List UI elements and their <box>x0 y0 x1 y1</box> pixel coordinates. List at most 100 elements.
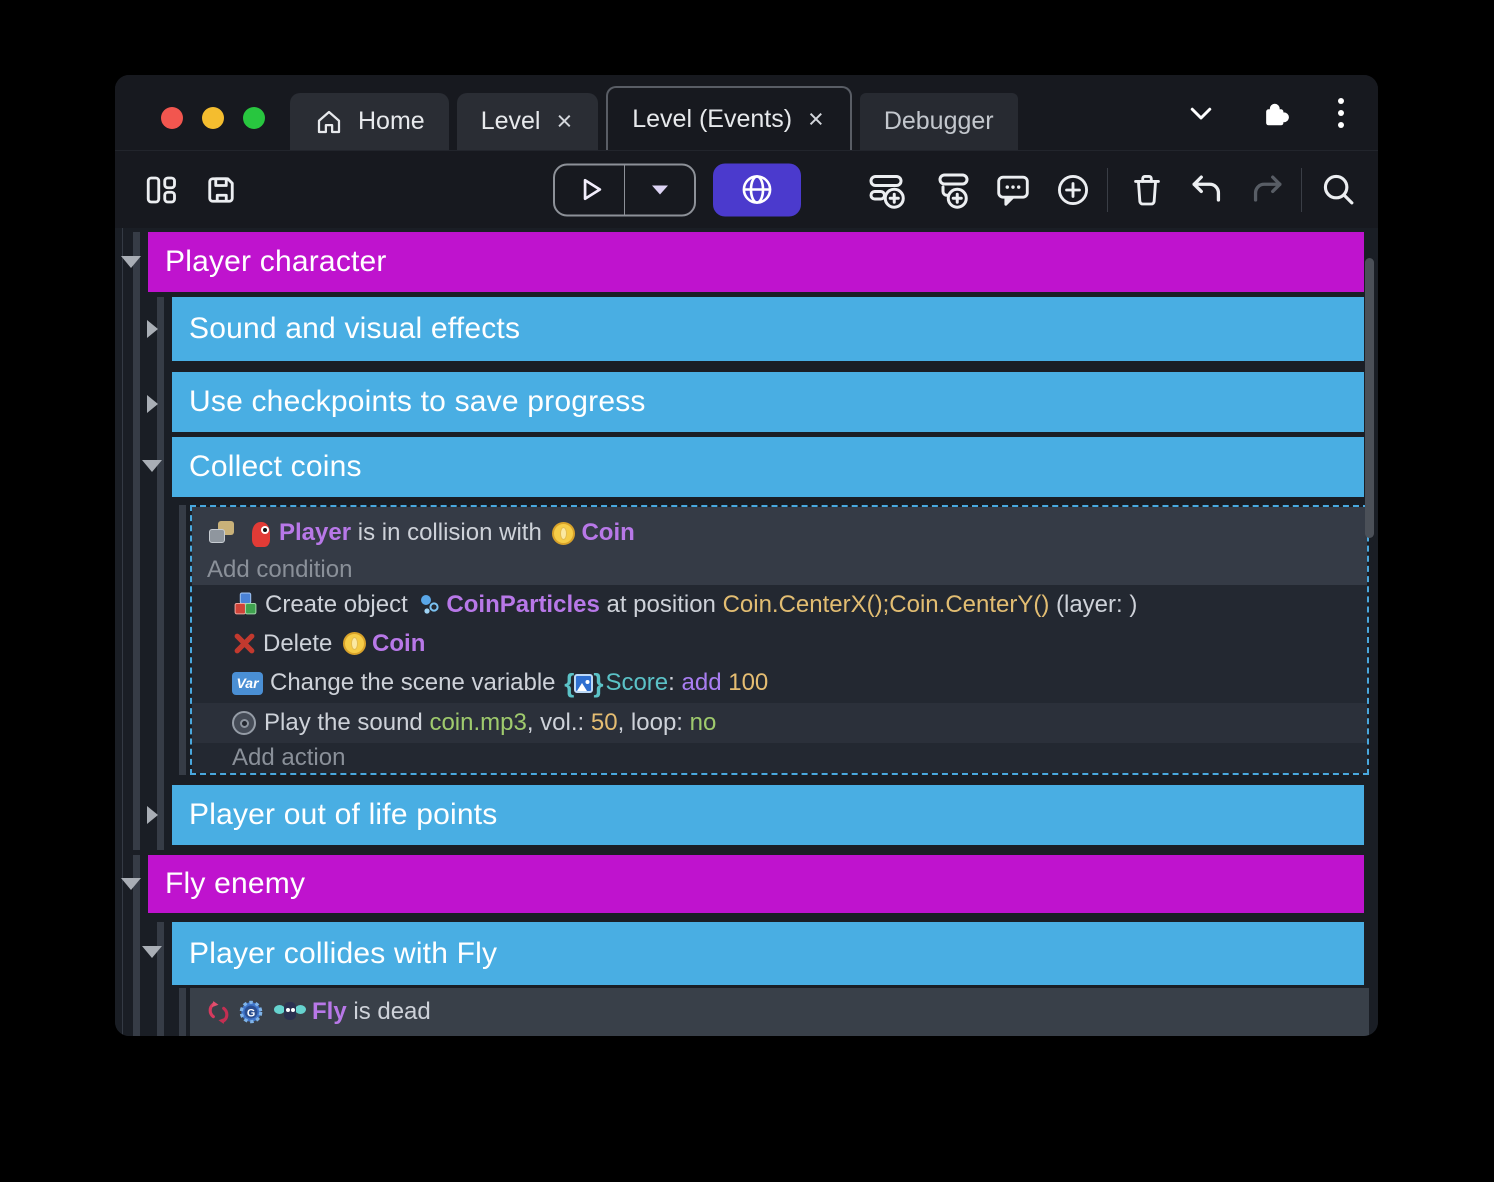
event-indent-bar <box>179 505 186 775</box>
behavior-gear-icon: G <box>237 998 265 1026</box>
group-title: Fly enemy <box>165 867 305 901</box>
redo-button[interactable] <box>1247 170 1287 210</box>
close-tab-icon[interactable]: × <box>554 108 574 135</box>
add-event-button[interactable] <box>865 169 907 211</box>
tab-level-events[interactable]: Level (Events) × <box>606 86 852 150</box>
loop-value: no <box>690 709 717 737</box>
extensions-puzzle-icon[interactable] <box>1260 97 1292 129</box>
group-header-checkpoints[interactable]: Use checkpoints to save progress <box>172 372 1364 432</box>
object-name: Coin <box>372 630 425 658</box>
condition-text: is dead <box>347 998 431 1026</box>
group-title: Collect coins <box>189 450 362 484</box>
fly-sprite-icon <box>274 1001 306 1023</box>
home-icon <box>314 107 344 137</box>
expand-triangle[interactable] <box>147 395 158 413</box>
collapse-triangle[interactable] <box>121 256 141 268</box>
toolbar <box>115 150 1378 228</box>
delete-button[interactable] <box>1127 170 1167 210</box>
sound-file: coin.mp3 <box>429 709 526 737</box>
object-name: Coin <box>581 519 634 547</box>
add-action-button[interactable]: Add action <box>192 743 1367 773</box>
subgroup-indent-bar <box>157 297 164 850</box>
expand-triangle[interactable] <box>147 320 158 338</box>
chevron-down-icon[interactable] <box>1184 98 1218 128</box>
tab-home[interactable]: Home <box>290 93 449 150</box>
group-title: Player out of life points <box>189 798 498 832</box>
group-header-collect-coins[interactable]: Collect coins <box>172 437 1364 497</box>
event-collect-coins[interactable]: Player is in collision with Coin Add con… <box>190 505 1369 775</box>
tab-label: Debugger <box>884 107 994 136</box>
action-play-sound[interactable]: Play the sound coin.mp3 , vol.: 50 , loo… <box>192 703 1367 743</box>
add-comment-button[interactable] <box>993 170 1033 210</box>
group-title: Use checkpoints to save progress <box>189 385 646 419</box>
search-button[interactable] <box>1319 170 1359 210</box>
close-tab-icon[interactable]: × <box>806 106 826 133</box>
preview-options-dropdown[interactable] <box>624 165 694 214</box>
tab-label: Level <box>481 107 541 136</box>
tab-level[interactable]: Level × <box>457 93 599 150</box>
close-button[interactable] <box>161 107 183 129</box>
action-change-variable[interactable]: Var Change the scene variable { } <box>192 663 1367 703</box>
collapse-triangle[interactable] <box>142 946 162 958</box>
player-sprite-icon <box>251 520 271 547</box>
action-delete[interactable]: Delete Coin <box>192 624 1367 663</box>
toolbar-separator <box>1107 168 1108 212</box>
create-object-icon <box>232 591 259 618</box>
object-name: CoinParticles <box>446 591 599 619</box>
tab-strip: Home Level × Level (Events) × Debugger <box>290 86 1018 150</box>
group-header-fly-enemy[interactable]: Fly enemy <box>148 855 1364 913</box>
group-header-fly-collision[interactable]: Player collides with Fly <box>172 922 1364 985</box>
variable-icon: Var <box>232 672 263 695</box>
undo-button[interactable] <box>1187 170 1227 210</box>
tab-bar: Home Level × Level (Events) × Debugger <box>115 75 1378 150</box>
add-subevent-button[interactable] <box>931 169 973 211</box>
zoom-button[interactable] <box>243 107 265 129</box>
scene-variable-icon: { } <box>564 670 603 696</box>
operator-text: add <box>682 669 729 697</box>
collapse-triangle[interactable] <box>121 878 141 890</box>
collision-icon <box>207 520 237 546</box>
event-indent-bar <box>179 988 186 1036</box>
object-name: Fly <box>312 998 347 1026</box>
minimize-button[interactable] <box>202 107 224 129</box>
events-sheet: Player character Sound and visual effect… <box>115 228 1378 1036</box>
caret-down-icon <box>652 185 668 194</box>
toolbar-separator <box>1301 168 1302 212</box>
tab-debugger[interactable]: Debugger <box>860 93 1018 150</box>
add-condition-button[interactable]: Add condition <box>207 554 1367 586</box>
window-controls <box>161 107 265 129</box>
save-icon[interactable] <box>203 172 239 208</box>
actions-zone: Create object CoinParticles at position … <box>192 585 1367 773</box>
vertical-scrollbar-thumb[interactable] <box>1365 258 1374 538</box>
collapse-triangle[interactable] <box>142 460 162 472</box>
desktop-background: Home Level × Level (Events) × Debugger <box>0 0 1494 1182</box>
panels-layout-icon[interactable] <box>143 172 179 208</box>
svg-text:G: G <box>247 1007 255 1019</box>
network-preview-button[interactable] <box>713 163 801 216</box>
condition-row[interactable]: Player is in collision with Coin <box>207 512 1367 554</box>
volume-value: 50 <box>591 709 618 737</box>
play-preview-button[interactable] <box>555 165 624 214</box>
group-header-sound-effects[interactable]: Sound and visual effects <box>172 297 1364 361</box>
add-circle-button[interactable] <box>1053 170 1093 210</box>
kebab-menu-icon[interactable] <box>1334 94 1348 132</box>
indent-guide <box>122 228 123 1036</box>
group-title: Player character <box>165 245 387 279</box>
group-header-life-points[interactable]: Player out of life points <box>172 785 1364 845</box>
delete-cross-icon <box>232 631 257 656</box>
object-name: Player <box>279 519 351 547</box>
expression-text: Coin.CenterX();Coin.CenterY() <box>723 591 1050 619</box>
group-title: Player collides with Fly <box>189 937 497 971</box>
speaker-icon <box>232 711 256 735</box>
group-header-player-character[interactable]: Player character <box>148 232 1364 292</box>
event-fly-dead[interactable]: G Fly is dead <box>190 988 1369 1036</box>
gdevelop-window: Home Level × Level (Events) × Debugger <box>115 75 1378 1036</box>
coin-icon <box>343 632 366 655</box>
value-text: 100 <box>728 669 768 697</box>
coin-icon <box>552 522 575 545</box>
expand-triangle[interactable] <box>147 806 158 824</box>
condition-text: is in collision with <box>351 519 548 547</box>
action-create-object[interactable]: Create object CoinParticles at position … <box>192 585 1367 624</box>
behavior-arrows-icon <box>205 999 232 1026</box>
group-indent-bar <box>133 232 140 850</box>
